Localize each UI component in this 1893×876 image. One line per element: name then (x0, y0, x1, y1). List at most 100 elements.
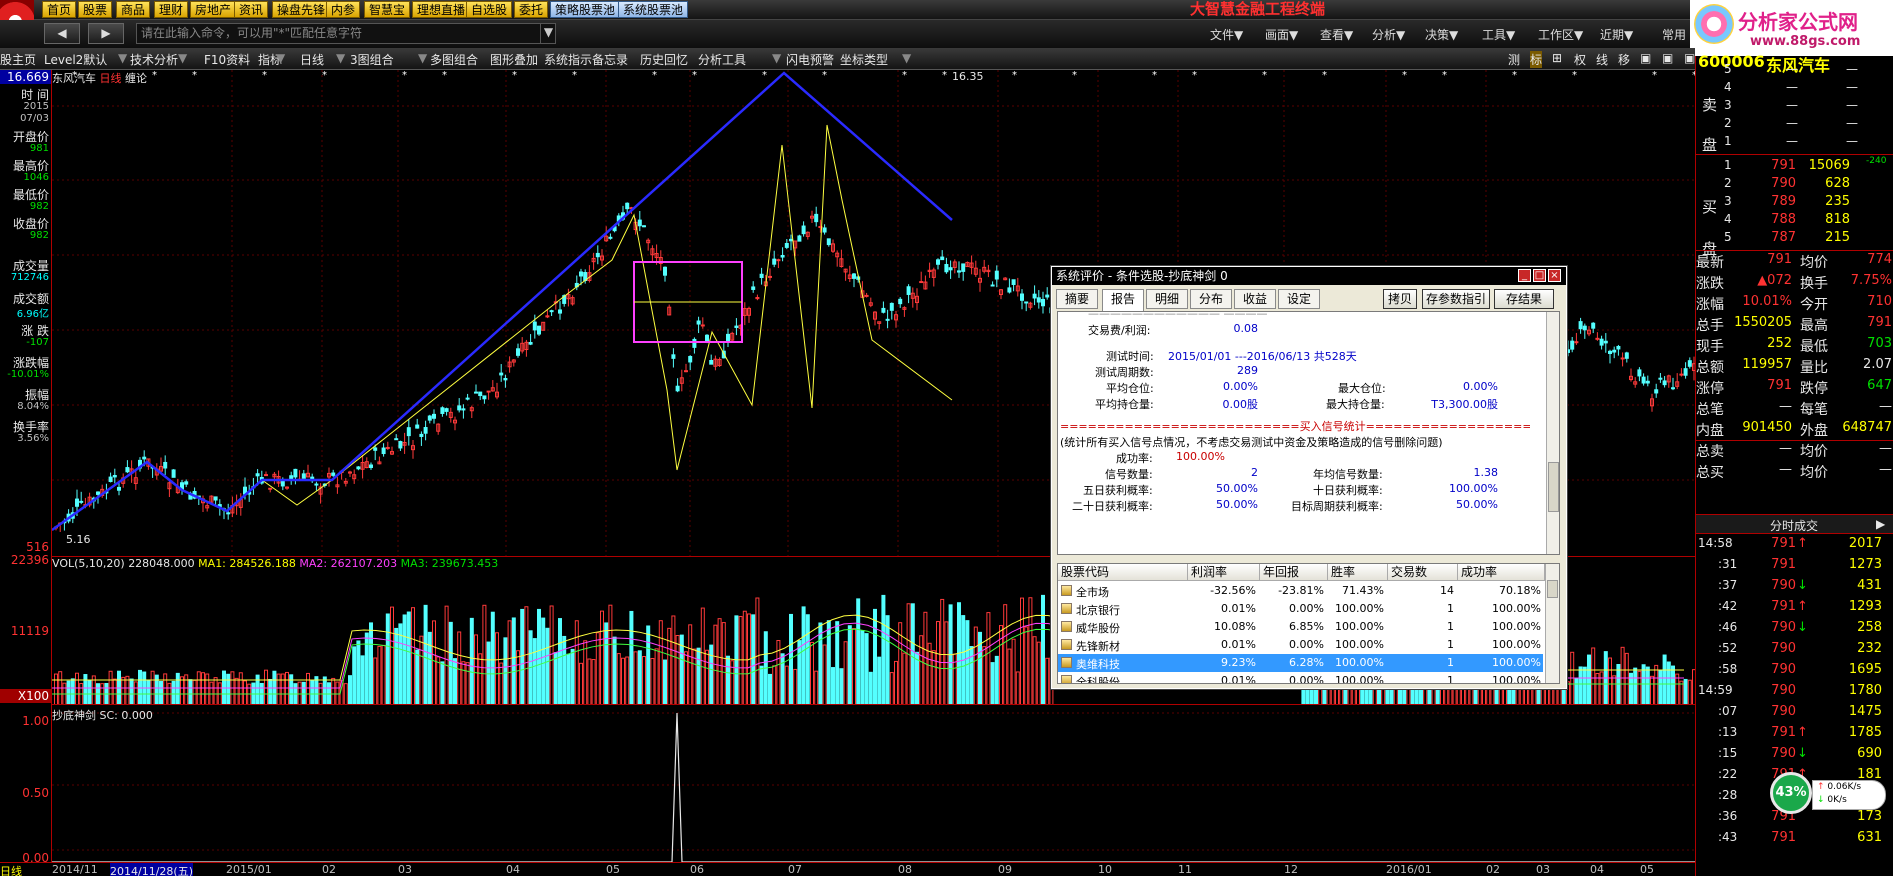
top-button-5[interactable]: 资讯 (234, 1, 269, 18)
top-button-13[interactable]: 系统股票池 (618, 1, 689, 18)
tab-1[interactable]: 报告 (1102, 289, 1144, 311)
table-row[interactable]: 先锋新材 0.01% 0.00% 100.00% 1 100.00% (1058, 636, 1543, 654)
table-scrollbar[interactable] (1545, 564, 1559, 683)
chevron-down-icon[interactable]: ▼ (178, 51, 187, 65)
tab-5[interactable]: 设定 (1278, 289, 1320, 309)
copy-button[interactable]: 拷贝 (1383, 289, 1417, 309)
toolbar-item-0[interactable]: 股主页 (0, 51, 36, 68)
candle-body (948, 267, 953, 271)
toolbar-item-16[interactable]: 历史回忆 (640, 51, 688, 68)
top-button-10[interactable]: 自选股 (466, 1, 513, 18)
toolbar-item-15[interactable]: 备忘录 (592, 51, 628, 68)
dialog-title[interactable]: 系统评价 - 条件选股-抄底神剑 0 (1052, 267, 1566, 285)
column-header[interactable]: 交易数 (1388, 564, 1458, 581)
toolbar-right-8[interactable]: ▣ (1684, 51, 1695, 65)
top-button-3[interactable]: 理财 (154, 1, 189, 18)
volume-bar (175, 672, 180, 706)
back-button[interactable]: ◀ (44, 23, 80, 44)
top-button-0[interactable]: 首页 (42, 1, 77, 18)
chevron-down-icon[interactable]: ▼ (118, 51, 127, 65)
command-input[interactable]: 请在此输入命令，可以用"*"匹配任意字符 (136, 23, 556, 44)
menu-item-3[interactable]: 分析▼ (1372, 26, 1405, 43)
toolbar-item-14[interactable]: 系统指示 (544, 51, 592, 68)
menu-item-8[interactable]: 常用 (1662, 26, 1686, 43)
toolbar-right-4[interactable]: 线 (1596, 51, 1608, 68)
chevron-down-icon[interactable]: ▼ (902, 51, 911, 65)
column-header[interactable]: 成功率 (1458, 564, 1545, 581)
toolbar-item-12[interactable]: 多图组合 (430, 51, 478, 68)
period-tag[interactable]: 日线 (0, 863, 22, 876)
top-button-4[interactable]: 房地产 (190, 1, 237, 18)
toolbar-right-5[interactable]: 移 (1618, 51, 1630, 68)
indicator-chart[interactable]: 抄底神剑 SC: 0.000 (52, 704, 1695, 863)
save-results-button[interactable]: 存结果 (1494, 289, 1554, 309)
toolbar-item-5[interactable]: F10资料 (204, 51, 250, 68)
chevron-right-icon[interactable]: ▶ (1876, 517, 1885, 531)
menu-item-4[interactable]: 决策▼ (1425, 26, 1458, 43)
column-header[interactable]: 胜率 (1328, 564, 1388, 581)
menu-item-5[interactable]: 工具▼ (1482, 26, 1515, 43)
top-button-12[interactable]: 策略股票池 (550, 1, 621, 18)
chevron-down-icon[interactable]: ▼ (336, 51, 345, 65)
time-axis-label-14: 2016/01 (1386, 863, 1432, 876)
volume-bar (532, 638, 537, 706)
table-row[interactable]: 奥维科技 9.23% 6.28% 100.00% 1 100.00% (1058, 654, 1543, 672)
top-button-8[interactable]: 智慧宝 (364, 1, 411, 18)
top-button-1[interactable]: 股票 (78, 1, 113, 18)
column-header[interactable]: 年回报 (1260, 564, 1328, 581)
table-row[interactable]: 全科股份 0.01% 0.00% 100.00% 1 100.00% (1058, 672, 1543, 683)
top-button-7[interactable]: 内参 (326, 1, 361, 18)
menu-item-1[interactable]: 画面▼ (1265, 26, 1298, 43)
candle-body (1024, 301, 1029, 304)
tab-4[interactable]: 收益 (1234, 289, 1276, 309)
toolbar-item-1[interactable]: Level2默认 (44, 51, 107, 68)
volume-bar (637, 650, 642, 706)
signal-marker: * (1322, 70, 1327, 81)
toolbar-item-20[interactable]: 坐标类型 (840, 51, 888, 68)
candle-body (356, 466, 361, 470)
toolbar-item-19[interactable]: 闪电预警 (786, 51, 834, 68)
tab-2[interactable]: 明细 (1146, 289, 1188, 309)
toolbar-item-13[interactable]: 图形叠加 (490, 51, 538, 68)
toolbar-right-7[interactable]: ▣ (1662, 51, 1673, 65)
report-scrollbar[interactable] (1546, 312, 1559, 554)
toolbar-item-3[interactable]: 技术分析 (130, 51, 178, 68)
table-row[interactable]: 威华股份 10.08% 6.85% 100.00% 1 100.00% (1058, 618, 1543, 636)
chevron-down-icon[interactable]: ▼ (540, 23, 556, 44)
chevron-down-icon[interactable]: ▼ (418, 51, 427, 65)
chevron-down-icon[interactable]: ▼ (772, 51, 781, 65)
toolbar-right-6[interactable]: ▣ (1640, 51, 1651, 65)
menu-item-6[interactable]: 工作区▼ (1538, 26, 1583, 43)
toolbar-right-0[interactable]: 测 (1508, 51, 1520, 68)
chevron-down-icon[interactable]: ▼ (276, 51, 285, 65)
tick-direction-icon: ↓ (1797, 620, 1808, 635)
toolbar-item-10[interactable]: 3图组合 (350, 51, 394, 68)
menu-item-0[interactable]: 文件▼ (1210, 26, 1243, 43)
top-button-6[interactable]: 操盘先锋 (272, 1, 331, 18)
max-hold-value: T3,300.00股 (1431, 398, 1498, 411)
toolbar-item-17[interactable]: 分析工具 (698, 51, 746, 68)
table-row[interactable]: 北京银行 0.01% 0.00% 100.00% 1 100.00% (1058, 600, 1543, 618)
toolbar-item-8[interactable]: 日线 (300, 51, 324, 68)
toolbar-right-1[interactable]: 标 (1530, 51, 1543, 68)
network-speed-widget[interactable]: 43% ↑ 0.06K/s ↓ 0K/s (1760, 768, 1893, 820)
top-button-9[interactable]: 理想直播 (412, 1, 471, 18)
menu-item-2[interactable]: 查看▼ (1320, 26, 1353, 43)
volume-bar (549, 605, 554, 706)
toolbar-right-3[interactable]: 权 (1574, 51, 1586, 68)
tab-0[interactable]: 摘要 (1056, 289, 1098, 309)
menu-item-7[interactable]: 近期▼ (1600, 26, 1633, 43)
column-header[interactable]: 股票代码 (1058, 564, 1188, 581)
table-row[interactable]: 全市场 -32.56% -23.81% 71.43% 14 70.18% (1058, 582, 1543, 600)
toolbar-right-2[interactable]: ⊞ (1552, 51, 1562, 65)
ticks-header[interactable]: 分时成交 ▶ (1696, 514, 1893, 534)
column-header[interactable]: 利润率 (1188, 564, 1260, 581)
top-button-11[interactable]: 委托 (514, 1, 549, 18)
minimize-icon[interactable]: _ (1518, 269, 1531, 282)
save-params-button[interactable]: 存参数指引 (1422, 289, 1490, 309)
top-button-2[interactable]: 商品 (116, 1, 151, 18)
close-icon[interactable]: × (1548, 269, 1561, 282)
maximize-icon[interactable]: □ (1533, 269, 1546, 282)
forward-button[interactable]: ▶ (88, 23, 124, 44)
tab-3[interactable]: 分布 (1190, 289, 1232, 309)
